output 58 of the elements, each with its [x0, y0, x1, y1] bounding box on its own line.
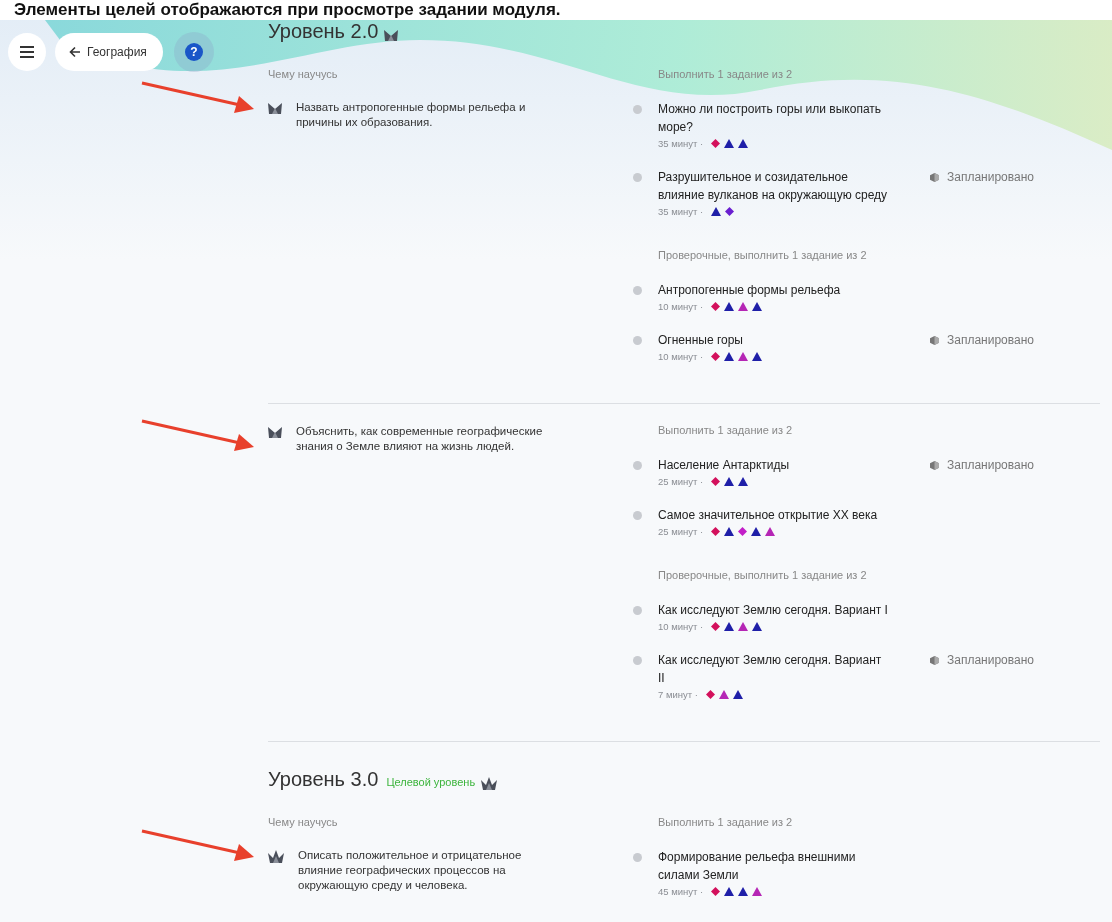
group-heading: Выполнить 1 задание из 2	[658, 68, 794, 80]
task-link[interactable]: Самое значительное открытие XX века	[658, 506, 890, 524]
task-duration: 10 минут ·	[658, 301, 704, 312]
status-dot	[633, 853, 642, 862]
status-dot	[633, 173, 642, 182]
crown-icon	[481, 776, 498, 790]
task-duration: 10 минут ·	[658, 621, 704, 632]
cube-icon	[930, 460, 939, 470]
task-duration: 45 минут ·	[658, 886, 704, 897]
task-duration: 35 минут ·	[658, 138, 704, 149]
goal-text: Описать положительное и отрицательное влияние географических процессов на окружающую среду и человека.	[298, 848, 523, 893]
task-link[interactable]: Огненные горы	[658, 331, 890, 349]
goal-text: Назвать антропогенные формы рельефа и причины их образования.	[296, 100, 527, 130]
status-dot	[633, 286, 642, 295]
task-status: Запланировано	[947, 333, 1034, 347]
caption: Элементы целей отображаются при просмотре задании модуля.	[0, 0, 1112, 20]
task-duration: 25 минут ·	[658, 526, 704, 537]
peak-icon	[268, 426, 282, 438]
task-link[interactable]: Антропогенные формы рельефа	[658, 281, 890, 299]
group-heading: Проверочные, выполнить 1 задание из 2	[658, 569, 868, 581]
status-dot	[633, 606, 642, 615]
cube-icon	[930, 655, 939, 665]
menu-icon	[20, 46, 34, 58]
arrow-left-icon	[69, 46, 81, 58]
task-duration: 25 минут ·	[658, 476, 704, 487]
help-button[interactable]: ?	[173, 32, 214, 72]
cube-icon	[930, 172, 939, 182]
status-dot	[633, 656, 642, 665]
peak-icon	[268, 102, 282, 114]
group-heading: Выполнить 1 задание из 2	[658, 424, 794, 436]
group-heading: Выполнить 1 задание из 2	[658, 816, 794, 828]
crown-icon	[268, 850, 284, 863]
goal-text: Объяснить, как современные географические знания о Земле влияют на жизнь людей.	[296, 424, 544, 454]
group-heading: Проверочные, выполнить 1 задание из 2	[658, 249, 868, 261]
task-link[interactable]: Разрушительное и созидательное влияние вулканов на окружающую среду	[658, 168, 890, 204]
task-link[interactable]: Население Антарктиды	[658, 456, 890, 474]
task-link[interactable]: Можно ли построить горы или выкопать море?	[658, 100, 890, 136]
task-duration: 35 минут ·	[658, 206, 704, 217]
back-button[interactable]: География	[55, 33, 163, 71]
task-link[interactable]: Как исследуют Землю сегодня. Вариант I	[658, 601, 890, 619]
level-title: Уровень 3.0	[268, 768, 379, 791]
section-heading: Чему научусь	[268, 68, 339, 80]
task-status: Запланировано	[947, 458, 1034, 472]
level-title: Уровень 2.0	[268, 20, 379, 43]
status-dot	[633, 511, 642, 520]
target-level-label: Целевой уровень	[386, 776, 476, 788]
task-status: Запланировано	[947, 653, 1034, 667]
peak-icon	[384, 29, 399, 41]
task-link[interactable]: Как исследуют Землю сегодня. Вариант II	[658, 651, 890, 687]
task-link[interactable]: Формирование рельефа внешними силами Земли	[658, 848, 890, 884]
task-duration: 7 минут ·	[658, 689, 698, 700]
section-heading: Чему научусь	[268, 816, 339, 828]
status-dot	[633, 105, 642, 114]
task-duration: 10 минут ·	[658, 351, 704, 362]
task-status: Запланировано	[947, 170, 1034, 184]
cube-icon	[930, 335, 939, 345]
status-dot	[633, 336, 642, 345]
status-dot	[633, 461, 642, 470]
